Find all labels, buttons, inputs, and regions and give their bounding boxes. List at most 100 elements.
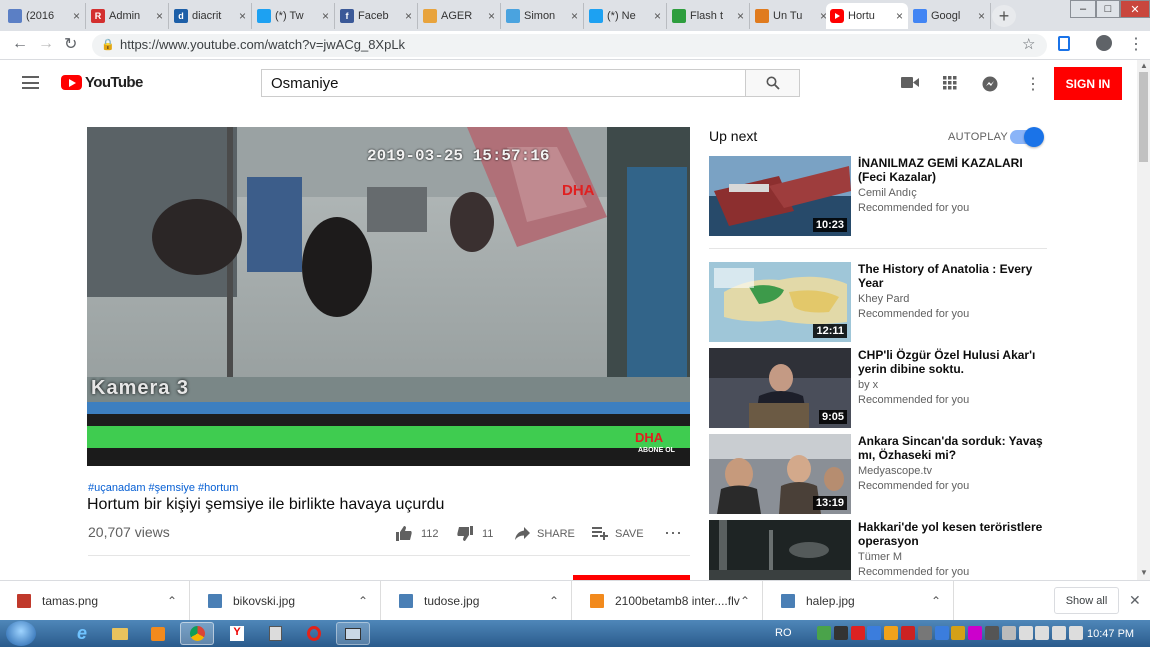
recommendation-item[interactable]: 12:11 The History of Anatolia : Every Yea… [709, 262, 1049, 342]
tray-shield-icon[interactable] [884, 626, 899, 640]
tab-10[interactable]: Hortu × [826, 3, 908, 29]
video-thumbnail[interactable]: 9:05 [709, 348, 851, 428]
tray-app-icon[interactable] [951, 626, 966, 640]
tab-7[interactable]: (*) Ne × [585, 3, 667, 29]
tray-app-icon[interactable] [985, 626, 999, 640]
tab-close-icon[interactable]: × [322, 9, 330, 23]
url-text[interactable]: https://www.youtube.com/watch?v=jwACg_8X… [120, 37, 405, 52]
download-item[interactable]: 2100betamb8 inter....flv ⌃ [573, 581, 763, 621]
create-video-icon[interactable] [901, 76, 919, 89]
forward-arrow-icon[interactable]: → [38, 35, 54, 53]
tray-network-icon[interactable] [867, 626, 882, 640]
share-button[interactable]: SHARE [515, 527, 575, 540]
tray-flag-icon[interactable] [1018, 626, 1033, 640]
show-all-downloads-button[interactable]: Show all [1054, 587, 1119, 614]
tab-close-icon[interactable]: × [571, 9, 579, 23]
chevron-up-icon[interactable]: ⌃ [931, 594, 941, 608]
recommendation-title[interactable]: Hakkari'de yol kesen teröristlere operas… [858, 520, 1043, 548]
more-actions-icon[interactable]: ⋯ [664, 523, 683, 544]
new-tab-button[interactable]: + [992, 5, 1016, 27]
bookmark-star-icon[interactable]: ☆ [1022, 35, 1035, 53]
tab-close-icon[interactable]: × [896, 9, 904, 23]
tray-app-icon[interactable] [833, 626, 848, 640]
taskbar-calculator-icon[interactable] [258, 622, 292, 645]
chevron-up-icon[interactable]: ⌃ [549, 594, 559, 608]
tray-app-icon[interactable] [817, 626, 831, 640]
extension-icon[interactable] [1058, 36, 1070, 51]
video-thumbnail[interactable]: 13:19 [709, 434, 851, 514]
start-button-icon[interactable] [6, 621, 36, 646]
scrollbar-thumb[interactable] [1139, 72, 1148, 162]
taskbar-window-icon[interactable] [336, 622, 370, 645]
tab-close-icon[interactable]: × [239, 9, 247, 23]
taskbar-yandex-icon[interactable]: Y [220, 622, 254, 645]
tab-6[interactable]: Simon × [502, 3, 584, 29]
youtube-logo-text[interactable]: YouTube [85, 74, 143, 91]
recommendation-channel[interactable]: Cemil Andıç [858, 187, 917, 199]
tab-close-icon[interactable]: × [488, 9, 496, 23]
dislike-button[interactable]: 11 [457, 526, 493, 541]
autoplay-toggle[interactable] [1010, 127, 1044, 147]
tab-4[interactable]: f Faceb × [336, 3, 418, 29]
youtube-logo-icon[interactable] [61, 75, 82, 90]
video-hashtags[interactable]: #uçanadam #şemsiye #hortum [88, 482, 238, 494]
scroll-down-arrow-icon[interactable]: ▼ [1140, 568, 1148, 577]
tab-close-icon[interactable]: × [73, 9, 81, 23]
video-player[interactable]: 2019-03-25 15:57:16 DHA Kamera 3 DHA ABO… [87, 127, 690, 466]
tray-app-icon[interactable] [968, 626, 983, 640]
tab-0[interactable]: (2016 × [4, 3, 86, 29]
search-button[interactable] [745, 69, 800, 97]
tab-2[interactable]: d diacrit × [170, 3, 252, 29]
recommendation-channel[interactable]: Tümer M [858, 551, 902, 563]
recommendation-title[interactable]: Ankara Sincan'da sorduk: Yavaş mı, Özhas… [858, 434, 1043, 462]
page-scrollbar[interactable]: ▲ ▼ [1137, 60, 1150, 580]
tray-opera-icon[interactable] [850, 626, 865, 640]
clock[interactable]: 10:47 PM [1087, 628, 1134, 640]
taskbar-explorer-icon[interactable] [103, 622, 137, 645]
tab-8[interactable]: Flash t × [668, 3, 750, 29]
taskbar-media-player-icon[interactable] [141, 622, 175, 645]
profile-avatar-icon[interactable] [1096, 35, 1112, 51]
video-thumbnail[interactable]: 10:23 [709, 156, 851, 236]
back-arrow-icon[interactable]: ← [12, 35, 28, 53]
recommendation-channel[interactable]: Khey Pard [858, 293, 909, 305]
download-item[interactable]: tamas.png ⌃ [0, 581, 190, 621]
save-button[interactable]: SAVE [592, 527, 644, 540]
tray-volume-icon[interactable] [1052, 626, 1067, 640]
recommendation-item[interactable]: 13:19 Ankara Sincan'da sorduk: Yavaş mı, … [709, 434, 1049, 514]
tab-9[interactable]: Un Tu × [751, 3, 833, 29]
chevron-up-icon[interactable]: ⌃ [358, 594, 368, 608]
taskbar-chrome-icon[interactable] [180, 622, 214, 645]
download-item[interactable]: tudose.jpg ⌃ [382, 581, 572, 621]
recommendation-item[interactable]: 9:05 CHP'li Özgür Özel Hulusi Akar'ı yeri… [709, 348, 1049, 428]
recommendation-title[interactable]: İNANILMAZ GEMİ KAZALARI (Feci Kazalar) [858, 156, 1043, 184]
chevron-up-icon[interactable]: ⌃ [740, 594, 750, 608]
apps-grid-icon[interactable] [943, 76, 957, 90]
chevron-up-icon[interactable]: ⌃ [167, 594, 177, 608]
minimize-button[interactable]: – [1070, 0, 1096, 18]
settings-more-icon[interactable]: ⋮ [1025, 74, 1041, 94]
tab-close-icon[interactable]: × [654, 9, 662, 23]
tray-bluetooth-icon[interactable] [1001, 626, 1016, 640]
hamburger-menu-icon[interactable] [22, 76, 39, 89]
tab-close-icon[interactable]: × [737, 9, 745, 23]
browser-menu-icon[interactable]: ⋮ [1128, 34, 1144, 54]
download-item[interactable]: bikovski.jpg ⌃ [191, 581, 381, 621]
sign-in-button[interactable]: SIGN IN [1054, 67, 1122, 100]
video-thumbnail[interactable]: 12:11 [709, 262, 851, 342]
tray-pdf-icon[interactable] [901, 626, 915, 640]
scroll-up-arrow-icon[interactable]: ▲ [1140, 61, 1148, 70]
tab-close-icon[interactable]: × [405, 9, 413, 23]
recommendation-item[interactable]: 10:23 İNANILMAZ GEMİ KAZALARI (Feci Kazal… [709, 156, 1049, 236]
maximize-button[interactable]: □ [1096, 0, 1120, 18]
language-indicator[interactable]: RO [775, 627, 792, 639]
tab-3[interactable]: (*) Tw × [253, 3, 335, 29]
tab-1[interactable]: R Admin × [87, 3, 169, 29]
close-downloads-icon[interactable]: ✕ [1129, 592, 1141, 609]
tray-app-icon[interactable] [934, 626, 949, 640]
tray-app-icon[interactable] [917, 626, 932, 640]
download-item[interactable]: halep.jpg ⌃ [764, 581, 954, 621]
tab-close-icon[interactable]: × [156, 9, 164, 23]
tray-signal-icon[interactable] [1035, 626, 1050, 640]
tray-battery-icon[interactable] [1069, 626, 1083, 640]
